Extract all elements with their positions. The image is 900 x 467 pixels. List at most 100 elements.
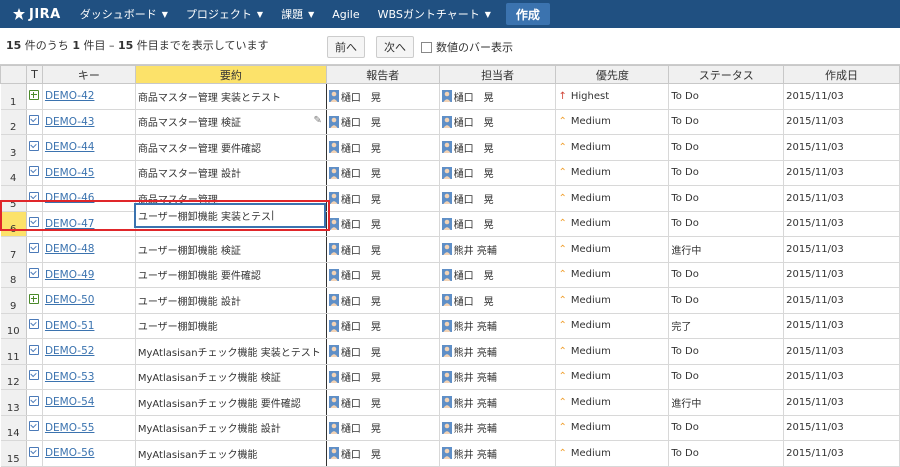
summary-cell[interactable]: ユーザー棚卸機能 設計 (135, 287, 327, 314)
table-row[interactable]: 13 DEMO-54 MyAtlasisanチェック機能 要件確認 樋口 晃 熊井 亮輔… (0, 389, 900, 416)
assignee-cell[interactable]: 熊井 亮輔 (439, 338, 557, 365)
table-row[interactable]: 1 DEMO-42 商品マスター管理 実装とテスト 樋口 晃樋口 晃 ↑ Highest T… (0, 83, 900, 110)
pencil-icon[interactable]: ✎ (313, 115, 321, 126)
summary-cell[interactable]: MyAtlasisanチェック機能 要件確認 (135, 389, 327, 416)
reporter-cell[interactable]: 樋口 晃 (326, 211, 440, 237)
issue-key-link[interactable]: DEMO-46 (45, 192, 95, 204)
row-number[interactable]: 6 (0, 211, 27, 237)
nav-projects[interactable]: プロジェクト ▼ (177, 0, 272, 28)
assignee-cell[interactable]: 樋口 晃 (439, 160, 557, 186)
numeric-bar-toggle[interactable]: 数値のバー表示 (421, 39, 513, 55)
assignee-cell[interactable]: 熊井 亮輔 (439, 364, 557, 390)
status-cell[interactable]: 進行中 (668, 389, 785, 416)
priority-cell[interactable]: ⌃ Medium (555, 389, 670, 416)
priority-cell[interactable]: ↑ Highest (555, 83, 670, 110)
status-cell[interactable]: To Do (668, 134, 785, 161)
created-cell[interactable]: 2015/11/03 (783, 211, 900, 237)
summary-cell[interactable]: 商品マスター管理 検証 ✎ (135, 109, 327, 135)
reporter-cell[interactable]: 樋口 晃 (326, 440, 440, 467)
row-number[interactable]: 7 (0, 236, 27, 263)
created-cell[interactable]: 2015/11/03 (783, 262, 900, 288)
created-cell[interactable]: 2015/11/03 (783, 440, 900, 467)
assignee-cell[interactable]: 熊井 亮輔 (439, 313, 557, 339)
row-number[interactable]: 14 (0, 415, 27, 441)
assignee-cell[interactable]: 樋口 晃 (439, 211, 557, 237)
row-number[interactable]: 13 (0, 389, 27, 416)
nav-agile[interactable]: Agile (323, 0, 368, 28)
issue-key-link[interactable]: DEMO-48 (45, 243, 95, 255)
row-number[interactable]: 5 (0, 185, 27, 212)
reporter-cell[interactable]: 樋口 晃 (326, 364, 440, 390)
status-cell[interactable]: 完了 (668, 313, 785, 339)
reporter-cell[interactable]: 樋口 晃 (326, 338, 440, 365)
row-number[interactable]: 1 (0, 83, 27, 110)
summary-cell[interactable]: MyAtlasisanチェック機能 設計 (135, 415, 327, 441)
key-header[interactable]: キー (41, 65, 136, 84)
created-cell[interactable]: 2015/11/03 (783, 160, 900, 186)
reporter-cell[interactable]: 樋口 晃 (326, 389, 440, 416)
table-row[interactable]: 4 DEMO-45 商品マスター管理 設計 樋口 晃樋口 晃 ⌃ Medium To Do 2… (0, 160, 900, 186)
reporter-cell[interactable]: 樋口 晃 (326, 109, 440, 135)
table-row[interactable]: 9 DEMO-50 ユーザー棚卸機能 設計 樋口 晃樋口 晃 ⌃ Medium To Do 2… (0, 287, 900, 314)
row-number[interactable]: 2 (0, 109, 27, 135)
row-number[interactable]: 8 (0, 262, 27, 288)
assignee-cell[interactable]: 樋口 晃 (439, 185, 557, 212)
created-cell[interactable]: 2015/11/03 (783, 109, 900, 135)
issue-key-link[interactable]: DEMO-52 (45, 345, 95, 357)
assignee-cell[interactable]: 樋口 晃 (439, 262, 557, 288)
row-number[interactable]: 11 (0, 338, 27, 365)
issue-key-link[interactable]: DEMO-45 (45, 167, 95, 179)
priority-cell[interactable]: ⌃ Medium (555, 440, 670, 467)
table-row[interactable]: 11 DEMO-52 MyAtlasisanチェック機能 実装とテスト 樋口 晃 熊井 … (0, 338, 900, 365)
issue-key-link[interactable]: DEMO-56 (45, 447, 95, 459)
summary-cell[interactable]: MyAtlasisanチェック機能 (135, 440, 327, 467)
priority-cell[interactable]: ⌃ Medium (555, 134, 670, 161)
reporter-header[interactable]: 報告者 (325, 65, 440, 84)
created-cell[interactable]: 2015/11/03 (783, 185, 900, 212)
assignee-cell[interactable]: 樋口 晃 (439, 134, 557, 161)
summary-cell[interactable]: ユーザー棚卸機能 要件確認 (135, 262, 327, 288)
nav-dashboards[interactable]: ダッシュボード ▼ (71, 0, 177, 28)
issue-key-link[interactable]: DEMO-53 (45, 371, 95, 383)
status-cell[interactable]: To Do (668, 440, 785, 467)
table-row[interactable]: 7 DEMO-48 ユーザー棚卸機能 検証 樋口 晃熊井 亮輔 ⌃ Medium 進行中 20… (0, 236, 900, 263)
created-cell[interactable]: 2015/11/03 (783, 338, 900, 365)
created-cell[interactable]: 2015/11/03 (783, 83, 900, 110)
created-cell[interactable]: 2015/11/03 (783, 389, 900, 416)
assignee-cell[interactable]: 熊井 亮輔 (439, 440, 557, 467)
priority-cell[interactable]: ⌃ Medium (555, 364, 670, 390)
issue-key-link[interactable]: DEMO-44 (45, 141, 95, 153)
priority-cell[interactable]: ⌃ Medium (555, 236, 670, 263)
priority-cell[interactable]: ⌃ Medium (555, 338, 670, 365)
assignee-cell[interactable]: 樋口 晃 (439, 109, 557, 135)
summary-cell[interactable]: 商品マスター管理 設計 (135, 160, 327, 186)
status-cell[interactable]: To Do (668, 83, 785, 110)
priority-cell[interactable]: ⌃ Medium (555, 313, 670, 339)
issue-key-link[interactable]: DEMO-55 (45, 422, 95, 434)
summary-cell-editor[interactable]: ユーザー棚卸機能 実装とテス | (134, 203, 326, 228)
reporter-cell[interactable]: 樋口 晃 (326, 415, 440, 441)
priority-header[interactable]: 優先度 (555, 65, 670, 84)
assignee-cell[interactable]: 熊井 亮輔 (439, 389, 557, 416)
numeric-bar-checkbox[interactable] (421, 41, 432, 53)
reporter-cell[interactable]: 樋口 晃 (326, 160, 440, 186)
table-row[interactable]: 12 DEMO-53 MyAtlasisanチェック機能 検証 樋口 晃 熊井 亮輔 ⌃ M… (0, 364, 900, 390)
summary-header[interactable]: 要約 (134, 65, 327, 84)
row-number[interactable]: 9 (0, 287, 27, 314)
reporter-cell[interactable]: 樋口 晃 (326, 83, 440, 110)
row-number[interactable]: 12 (0, 364, 27, 390)
issue-key-link[interactable]: DEMO-49 (45, 269, 95, 281)
reporter-cell[interactable]: 樋口 晃 (326, 262, 440, 288)
status-cell[interactable]: To Do (668, 109, 785, 135)
assignee-header[interactable]: 担当者 (438, 65, 557, 84)
table-row[interactable]: 10 DEMO-51 ユーザー棚卸機能 樋口 晃熊井 亮輔 ⌃ Medium 完了 2015/… (0, 313, 900, 339)
prev-page-button[interactable]: 前へ (327, 36, 365, 58)
table-row[interactable]: 8 DEMO-49 ユーザー棚卸機能 要件確認 樋口 晃樋口 晃 ⌃ Medium To D… (0, 262, 900, 288)
summary-cell[interactable]: ユーザー棚卸機能 (135, 313, 327, 339)
priority-cell[interactable]: ⌃ Medium (555, 109, 670, 135)
table-row[interactable]: 2 DEMO-43 商品マスター管理 検証 ✎ 樋口 晃樋口 晃 ⌃ Medium To Do… (0, 109, 900, 135)
assignee-cell[interactable]: 熊井 亮輔 (439, 236, 557, 263)
status-cell[interactable]: To Do (668, 160, 785, 186)
table-row[interactable]: 15 DEMO-56 MyAtlasisanチェック機能 樋口 晃 熊井 亮輔 ⌃ Medi… (0, 440, 900, 467)
row-number[interactable]: 4 (0, 160, 27, 186)
